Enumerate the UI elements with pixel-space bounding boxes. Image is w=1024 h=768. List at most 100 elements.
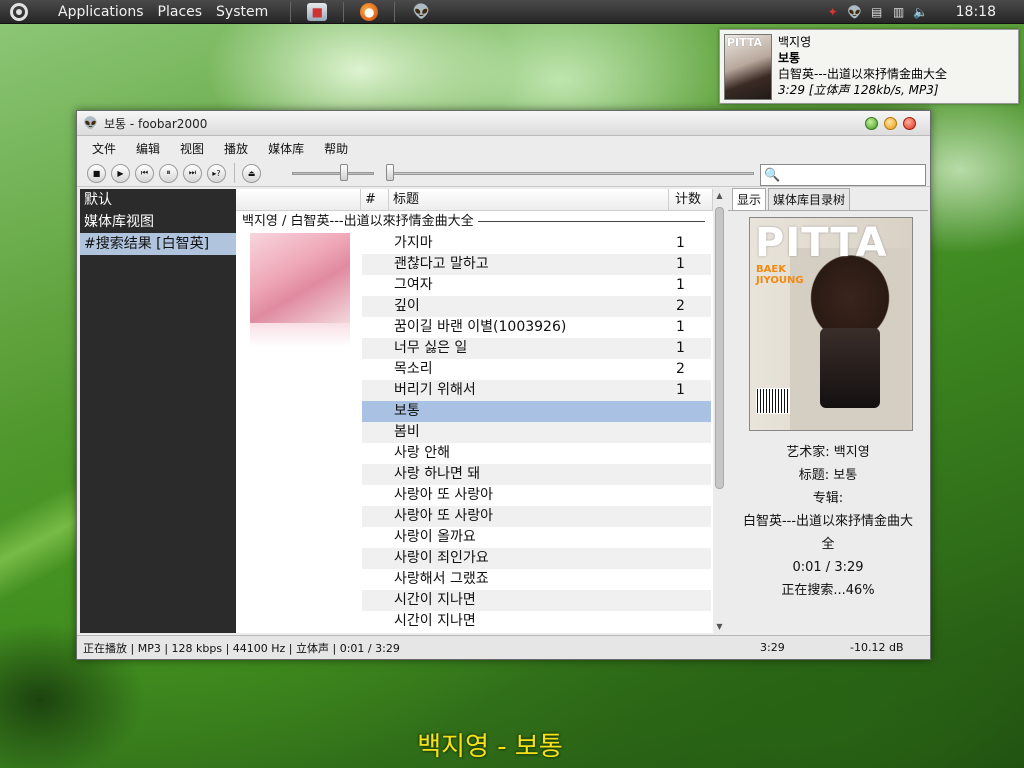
playlist-scrollbar[interactable]: ▲ ▼ [713, 189, 726, 633]
table-row[interactable]: 사랑아 또 사랑아 [362, 485, 711, 506]
window-titlebar[interactable]: 👽 보통 - foobar2000 [77, 111, 930, 136]
table-row[interactable]: 깊이 2 [362, 296, 711, 317]
track-info: 艺术家: 백지영 标题: 보통 专辑: 白智英---出道以來抒情金曲大 全 0:… [728, 441, 928, 602]
clipboard-icon[interactable]: ▤ [869, 4, 885, 20]
table-row[interactable]: 사랑 하나면 돼 [362, 464, 711, 485]
group-album-art-reflection [250, 323, 350, 347]
tab-display[interactable]: 显示 [732, 188, 767, 210]
table-row[interactable]: 사랑해서 그랬죠 [362, 569, 711, 590]
search-input[interactable] [780, 166, 935, 184]
column-header-count[interactable]: 计数 [669, 189, 713, 210]
sidebar-item-search-results[interactable]: #搜索结果 [白智英] [80, 233, 236, 255]
volume-icon[interactable]: 🔈 [913, 4, 929, 20]
now-playing-notification[interactable]: PITTA 백지영 보통 白智英---出道以來抒情金曲大全 3:29 [立体声 … [719, 29, 1019, 104]
eject-button[interactable]: ⏏ [242, 163, 261, 183]
group-album-art [250, 233, 350, 323]
table-row[interactable]: 너무 싫은 일 1 [362, 338, 711, 359]
track-title: 사랑아 또 사랑아 [394, 487, 494, 503]
volume-groove [292, 172, 374, 175]
close-button[interactable] [903, 116, 916, 130]
track-count: 2 [676, 298, 685, 314]
status-playback-info: 正在播放 | MP3 | 128 kbps | 44100 Hz | 立体声 |… [83, 641, 400, 655]
table-row[interactable]: 봄비 [362, 422, 711, 443]
track-count [672, 527, 711, 548]
document-launcher-icon[interactable]: ■ [307, 2, 328, 21]
track-count [672, 611, 711, 632]
column-header-blank[interactable] [236, 189, 361, 210]
panel-menu-system[interactable]: System [216, 4, 268, 20]
track-title: 시간이 지나면 [394, 613, 476, 629]
minimize-button[interactable] [865, 116, 878, 130]
pause-button[interactable]: ⏸ [159, 163, 178, 183]
menu-library[interactable]: 媒体库 [265, 138, 307, 159]
table-row[interactable]: 사랑아 또 사랑아 [362, 506, 711, 527]
top-panel: Applications Places System ■ ● 👽 ✦ 👽 ▤ ▥… [0, 0, 1024, 24]
menu-edit[interactable]: 编辑 [133, 138, 163, 159]
maximize-button[interactable] [884, 116, 897, 130]
random-button[interactable]: ▸? [207, 163, 226, 183]
play-button[interactable]: ▶ [111, 163, 130, 183]
info-panel-tabs: 显示 媒体库目录树 [728, 188, 928, 211]
scroll-down-arrow-icon[interactable]: ▼ [713, 620, 726, 633]
network-manager-icon[interactable]: ✦ [825, 4, 841, 20]
table-row[interactable]: 시간이 지나면 [362, 611, 711, 632]
table-row[interactable]: 괜찮다고 말하고 1 [362, 254, 711, 275]
volume-slider[interactable] [292, 164, 374, 182]
notification-album: 白智英---出道以來抒情金曲大全 [778, 67, 947, 81]
column-header-title[interactable]: 标题 [389, 189, 669, 210]
network-icon[interactable]: ▥ [891, 4, 907, 20]
sidebar-item-default[interactable]: 默认 [80, 189, 236, 211]
menu-help[interactable]: 帮助 [321, 138, 351, 159]
search-box[interactable]: 🔍 [760, 164, 935, 186]
group-title: 백지영 / 白智英---出道以來抒情金曲大全 [242, 214, 474, 229]
table-row[interactable]: 목소리 2 [362, 359, 711, 380]
table-row[interactable]: 꿈이길 바랜 이별(1003926) 1 [362, 317, 711, 338]
menu-file[interactable]: 文件 [89, 138, 119, 159]
window-title: 보통 - foobar2000 [103, 116, 208, 131]
stop-button[interactable]: ■ [87, 163, 106, 183]
seek-bar[interactable] [386, 164, 754, 182]
menu-view[interactable]: 视图 [177, 138, 207, 159]
table-row-selected[interactable]: 보통 [362, 401, 711, 422]
table-row[interactable]: 가지마 1 [362, 233, 711, 254]
panel-menu-applications[interactable]: Applications [58, 4, 144, 20]
scroll-thumb[interactable] [715, 207, 724, 489]
volume-thumb[interactable] [340, 164, 348, 181]
info-title: 标题: 보통 [798, 468, 858, 483]
table-row[interactable]: 사랑 안해 [362, 443, 711, 464]
table-row[interactable]: 사랑이 죄인가요 [362, 548, 711, 569]
panel-separator [343, 1, 345, 22]
table-row[interactable]: 사랑이 올까요 [362, 527, 711, 548]
sidebar-item-library-view[interactable]: 媒体库视图 [80, 211, 236, 233]
scroll-up-arrow-icon[interactable]: ▲ [713, 189, 726, 202]
tab-library-tree[interactable]: 媒体库目录树 [768, 188, 851, 210]
panel-menu-places[interactable]: Places [158, 4, 203, 20]
search-icon[interactable]: 🔍 [764, 168, 780, 183]
cover-subtitle-line1: BAEK [756, 264, 786, 275]
table-row[interactable]: 시간이 지나면 [362, 590, 711, 611]
panel-clock[interactable]: 18:18 [956, 4, 996, 20]
track-title: 목소리 [394, 361, 433, 377]
seek-thumb[interactable] [386, 164, 394, 181]
next-button[interactable]: ⏭ [183, 163, 202, 183]
previous-button[interactable]: ⏮ [135, 163, 154, 183]
now-playing-album-art: PITTA BAEK JIYOUNG [749, 217, 913, 431]
foobar-tray-icon[interactable]: 👽 [847, 4, 863, 20]
info-album-line1: 白智英---出道以來抒情金曲大 [742, 514, 914, 529]
status-replaygain: -10.12 dB [850, 641, 904, 654]
track-count [672, 569, 711, 590]
seek-groove [386, 172, 754, 175]
table-row[interactable]: 그여자 1 [362, 275, 711, 296]
column-header-number[interactable]: # [361, 189, 389, 210]
notification-title: 보통 [778, 51, 801, 65]
ubuntu-logo-icon[interactable] [10, 2, 28, 21]
firefox-launcher-icon[interactable]: ● [360, 2, 379, 21]
menu-playback[interactable]: 播放 [221, 138, 251, 159]
notification-info: 3:29 [立体声 128kb/s, MP3] [778, 83, 939, 97]
track-title: 깊이 [394, 298, 420, 314]
foobar-launcher-icon[interactable]: 👽 [411, 3, 431, 21]
menubar: 文件 编辑 视图 播放 媒体库 帮助 [77, 136, 930, 160]
cover-barcode [756, 388, 790, 414]
playlist-view: # 标题 计数 백지영 / 白智英---出道以來抒情金曲大全 가지마 1 괜찮다고… [236, 189, 713, 633]
table-row[interactable]: 버리기 위해서 1 [362, 380, 711, 401]
